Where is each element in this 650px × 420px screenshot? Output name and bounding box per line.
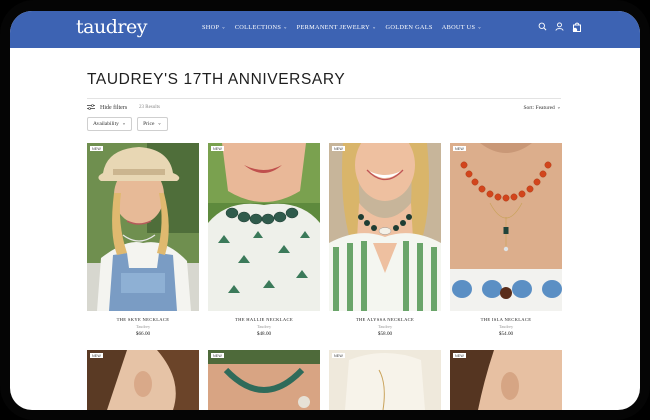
product-brand: Taudrey: [256, 324, 272, 329]
chevron-down-icon: ⌄: [157, 121, 162, 127]
product-image[interactable]: NEW: [329, 143, 441, 311]
product-image[interactable]: [329, 350, 441, 410]
cart-icon[interactable]: [572, 22, 582, 32]
site-logo[interactable]: taudrey: [76, 16, 147, 38]
new-badge: NEW: [453, 146, 466, 151]
product-image[interactable]: NEW: [87, 143, 199, 311]
site-header: taudrey SHOP ⌄ COLLECTIONS ⌄ PERMANENT J…: [10, 11, 640, 48]
new-badge: NEW: [211, 353, 224, 358]
new-badge: NEW: [332, 146, 345, 151]
price-filter[interactable]: Price ⌄: [137, 117, 168, 131]
product-name[interactable]: THE SKYE NECKLACE: [87, 317, 199, 322]
page-title: TAUDREY'S 17TH ANNIVERSARY: [87, 71, 346, 88]
product-image[interactable]: [208, 350, 320, 410]
chevron-down-icon: ⌄: [372, 25, 377, 30]
product-price: $58.00: [377, 331, 393, 337]
product-card[interactable]: NEW THE ISLA NECKLACE Taudrey $54.00: [450, 143, 562, 343]
device-frame: taudrey SHOP ⌄ COLLECTIONS ⌄ PERMANENT J…: [0, 0, 650, 420]
nav-item-label: ABOUT US: [441, 24, 476, 31]
product-image[interactable]: NEW: [208, 143, 320, 311]
product-image[interactable]: NEW: [450, 143, 562, 311]
product-image[interactable]: [450, 350, 562, 410]
product-card[interactable]: NEW: [208, 350, 320, 410]
nav-item-label: GOLDEN GALS: [385, 24, 433, 31]
nav-item-label: PERMANENT JEWELRY: [296, 24, 371, 31]
product-brand: Taudrey: [377, 324, 393, 329]
new-badge: NEW: [332, 353, 345, 358]
divider: [87, 98, 561, 99]
nav-item-golden-gals[interactable]: GOLDEN GALS: [386, 24, 433, 31]
new-badge: NEW: [211, 146, 224, 151]
product-image[interactable]: [87, 350, 199, 410]
availability-filter[interactable]: Availability ⌄: [87, 117, 133, 131]
product-card[interactable]: NEW THE HALLIE NECKLACE Taudrey $48.00: [208, 143, 320, 343]
chevron-down-icon: ⌄: [477, 25, 482, 30]
product-price: $54.00: [498, 331, 514, 337]
nav-item-collections[interactable]: COLLECTIONS ⌄: [235, 24, 288, 31]
product-price: $66.00: [135, 331, 151, 337]
product-brand: Taudrey: [498, 324, 514, 329]
nav-item-shop[interactable]: SHOP ⌄: [202, 24, 226, 31]
filter-dropdowns: Availability ⌄ Price ⌄: [87, 117, 168, 131]
header-icons: [538, 22, 582, 32]
availability-label: Availability: [93, 121, 119, 127]
chevron-down-icon: ⌄: [556, 105, 561, 111]
hide-filters-button[interactable]: Hide filters: [87, 104, 127, 112]
product-name[interactable]: THE ALYSSA NECKLACE: [329, 317, 441, 322]
product-card[interactable]: NEW: [87, 350, 199, 410]
new-badge: NEW: [90, 146, 103, 151]
filter-sliders-icon: [87, 104, 95, 112]
product-card[interactable]: NEW THE SKYE NECKLACE Taudrey $66.00: [87, 143, 199, 343]
product-name[interactable]: THE ISLA NECKLACE: [450, 317, 562, 322]
nav-item-about-us[interactable]: ABOUT US ⌄: [442, 24, 482, 31]
results-count: 23 Results: [139, 105, 160, 110]
account-icon[interactable]: [555, 22, 564, 32]
main-nav: SHOP ⌄ COLLECTIONS ⌄ PERMANENT JEWELRY ⌄…: [202, 24, 482, 31]
browser-viewport: taudrey SHOP ⌄ COLLECTIONS ⌄ PERMANENT J…: [10, 11, 640, 410]
chevron-down-icon: ⌄: [221, 25, 226, 30]
sort-label: Sort: Featured: [523, 105, 555, 111]
chevron-down-icon: ⌄: [283, 25, 288, 30]
nav-item-label: COLLECTIONS: [234, 24, 282, 31]
product-card[interactable]: NEW THE ALYSSA NECKLACE Taudrey $58.00: [329, 143, 441, 343]
new-badge: NEW: [90, 353, 103, 358]
new-badge: NEW: [453, 353, 466, 358]
price-label: Price: [143, 121, 155, 127]
hide-filters-label: Hide filters: [100, 105, 128, 111]
search-icon[interactable]: [538, 22, 547, 32]
nav-item-permanent-jewelry[interactable]: PERMANENT JEWELRY ⌄: [297, 24, 377, 31]
sort-dropdown[interactable]: Sort: Featured ⌄: [523, 105, 561, 111]
product-card[interactable]: NEW: [329, 350, 441, 410]
product-price: $48.00: [256, 331, 272, 337]
product-card[interactable]: NEW: [450, 350, 562, 410]
nav-item-label: SHOP: [202, 24, 220, 31]
filter-bar: Hide filters 23 Results Sort: Featured ⌄: [87, 104, 561, 116]
chevron-down-icon: ⌄: [121, 121, 127, 127]
product-brand: Taudrey: [135, 324, 151, 329]
product-name[interactable]: THE HALLIE NECKLACE: [208, 317, 320, 322]
